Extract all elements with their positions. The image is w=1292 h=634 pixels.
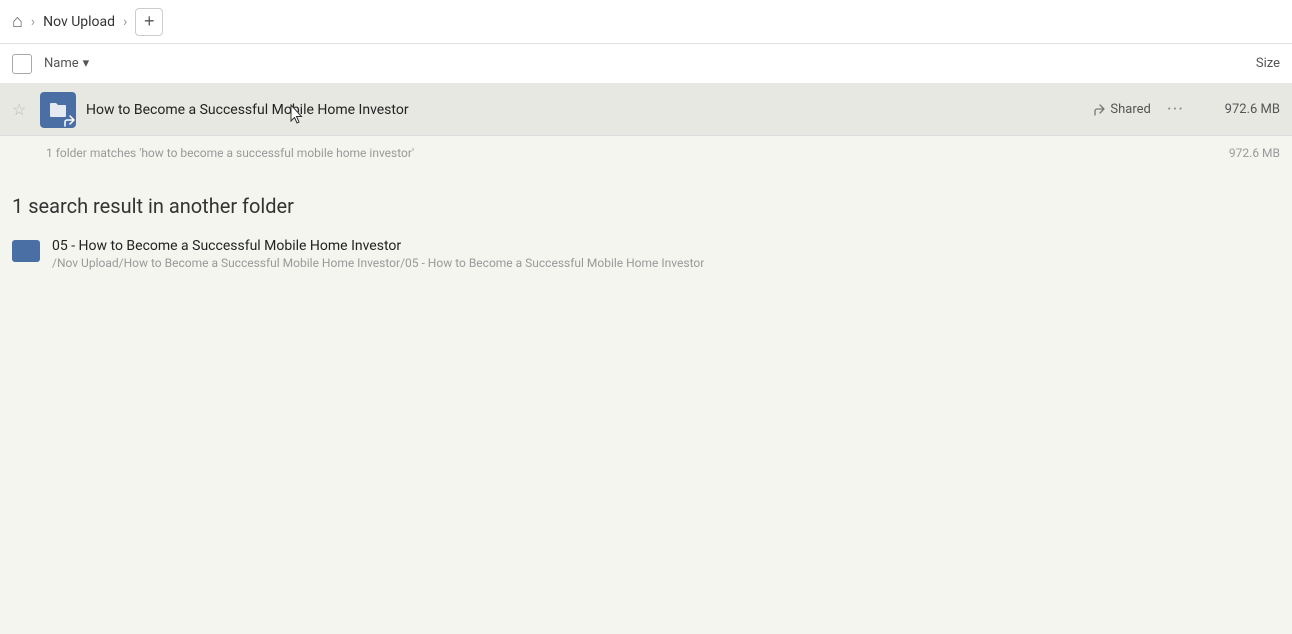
- folder-result-info: 05 - How to Become a Successful Mobile H…: [52, 238, 704, 270]
- folder-result-name[interactable]: 05 - How to Become a Successful Mobile H…: [52, 238, 704, 254]
- folder-shared-icon: [40, 92, 76, 128]
- match-count-text: 1 folder matches 'how to become a succes…: [46, 146, 414, 160]
- star-icon[interactable]: ☆: [12, 100, 36, 119]
- match-count-size: 972.6 MB: [1229, 146, 1280, 160]
- breadcrumb-separator-2: ›: [123, 14, 127, 30]
- column-header: Name ▾ Size: [0, 44, 1292, 84]
- match-count-row: 1 folder matches 'how to become a succes…: [0, 136, 1292, 170]
- more-options-button[interactable]: ···: [1167, 99, 1184, 120]
- size-column-header: Size: [1256, 56, 1280, 71]
- other-folder-heading: 1 search result in another folder: [12, 194, 1280, 218]
- name-column-header[interactable]: Name ▾: [44, 56, 89, 71]
- other-folder-section: 1 search result in another folder 05 - H…: [0, 170, 1292, 286]
- shared-indicator: Shared: [1092, 102, 1150, 117]
- breadcrumb-separator: ›: [31, 14, 35, 30]
- select-all-checkbox[interactable]: [12, 54, 32, 74]
- file-size: 972.6 MB: [1200, 102, 1280, 117]
- folder-result-row[interactable]: 05 - How to Become a Successful Mobile H…: [12, 234, 1280, 274]
- file-row[interactable]: ☆ How to Become a Successful Mobile Home…: [0, 84, 1292, 136]
- topbar: ⌂ › Nov Upload › +: [0, 0, 1292, 44]
- file-name[interactable]: How to Become a Successful Mobile Home I…: [86, 102, 1092, 118]
- link-icon: [1092, 103, 1106, 117]
- folder-icon: [12, 240, 40, 262]
- empty-area: [0, 286, 1292, 586]
- breadcrumb-folder[interactable]: Nov Upload: [43, 14, 115, 30]
- add-button[interactable]: +: [135, 8, 163, 36]
- home-icon[interactable]: ⌂: [12, 11, 23, 32]
- folder-result-path: /Nov Upload/How to Become a Successful M…: [52, 256, 704, 270]
